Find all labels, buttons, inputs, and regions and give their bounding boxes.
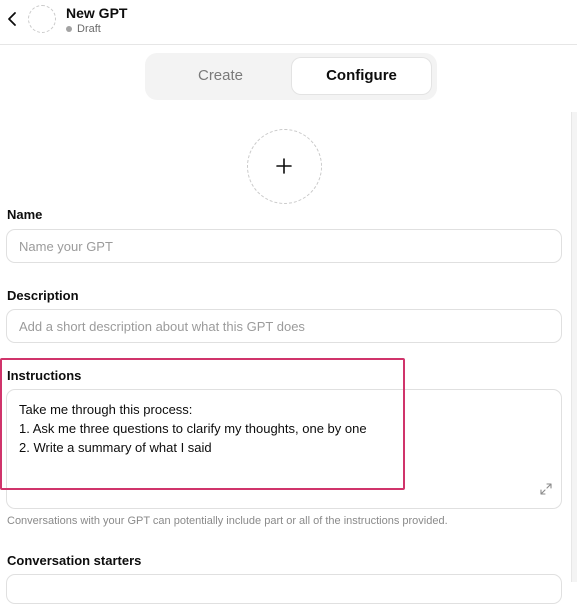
scrollbar[interactable] <box>571 112 577 582</box>
instructions-field: Take me through this process: 1. Ask me … <box>6 389 562 509</box>
back-arrow-icon[interactable] <box>4 8 22 30</box>
tab-create[interactable]: Create <box>150 58 291 94</box>
description-label: Description <box>7 288 79 303</box>
instructions-label: Instructions <box>7 368 82 383</box>
conversation-starters-label: Conversation starters <box>7 553 142 568</box>
expand-icon[interactable] <box>540 482 552 500</box>
instructions-textarea[interactable]: Take me through this process: 1. Ask me … <box>7 390 561 508</box>
conversation-starter-field[interactable] <box>6 574 562 604</box>
status-row: Draft <box>66 23 101 35</box>
instructions-hint: Conversations with your GPT can potentia… <box>7 515 448 527</box>
status-dot-icon <box>66 26 72 32</box>
status-text: Draft <box>77 23 101 35</box>
name-field <box>6 229 562 263</box>
name-label: Name <box>7 207 43 222</box>
header: New GPT Draft <box>0 0 577 45</box>
gpt-title: New GPT <box>66 5 128 21</box>
tab-bar: Create Configure <box>145 53 437 100</box>
description-input[interactable] <box>7 310 561 342</box>
description-field <box>6 309 562 343</box>
tab-configure[interactable]: Configure <box>292 58 431 94</box>
plus-icon <box>276 158 292 174</box>
gpt-avatar <box>28 5 56 33</box>
avatar-upload-button[interactable] <box>247 129 322 204</box>
name-input[interactable] <box>7 230 561 262</box>
